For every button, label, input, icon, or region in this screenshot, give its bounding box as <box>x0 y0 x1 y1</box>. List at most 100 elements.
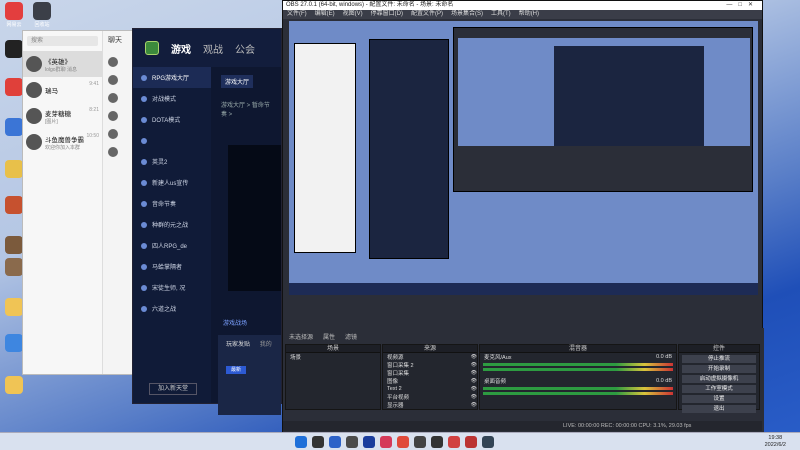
taskbar-app-icon[interactable] <box>346 436 358 448</box>
sidebar-item[interactable]: 英灵2 <box>133 151 211 172</box>
contact-time: 8:21 <box>89 107 99 113</box>
properties-button[interactable]: 属性 <box>323 332 335 341</box>
desktop-icon[interactable]: 网易云 <box>0 2 28 28</box>
eye-icon[interactable]: 👁 <box>471 386 477 392</box>
sidebar-item[interactable]: 新建人us宣传 <box>133 172 211 193</box>
mixer-dock: 混音器 麦克风/Aux 0.0 dB 桌面音频 0.0 dB <box>479 344 677 410</box>
avatar[interactable] <box>108 75 118 85</box>
control-button[interactable]: 退出 <box>682 405 756 413</box>
source-item[interactable]: 平台视频 👁 <box>383 393 477 401</box>
eye-icon[interactable]: 👁 <box>471 370 477 376</box>
menu-item[interactable]: 配置文件(P) <box>411 10 443 19</box>
desktop-icon-label: 网易云 <box>6 22 22 28</box>
desktop-icon[interactable]: 回收站 <box>28 2 56 28</box>
mode-icon <box>141 95 147 102</box>
source-item[interactable]: 图像 👁 <box>383 377 477 385</box>
source-item[interactable]: 视频源 👁 <box>383 353 477 361</box>
sidebar-item[interactable]: DOTA模式 <box>133 109 211 130</box>
filters-button[interactable]: 滤镜 <box>345 332 357 341</box>
menu-item[interactable]: 帮助(H) <box>519 10 539 19</box>
search-input[interactable]: 搜索 <box>27 36 98 46</box>
taskbar-app-icon[interactable] <box>465 436 477 448</box>
eye-icon[interactable]: 👁 <box>471 394 477 400</box>
source-item[interactable]: 窗口采集 👁 <box>383 369 477 377</box>
control-button[interactable]: 启动虚拟摄像机 <box>682 375 756 383</box>
app-icon <box>33 2 51 20</box>
sidebar-item[interactable]: 种群的元之战 <box>133 214 211 235</box>
avatar[interactable] <box>108 129 118 139</box>
avatar[interactable] <box>108 111 118 121</box>
eye-icon[interactable]: 👁 <box>471 378 477 384</box>
taskbar-app-icon[interactable] <box>448 436 460 448</box>
sidebar-item[interactable]: 宋徒生师, 况 <box>133 277 211 298</box>
control-button[interactable]: 工作室模式 <box>682 385 756 393</box>
tab-watch[interactable]: 观战 <box>203 41 223 56</box>
list-item[interactable]: 《英雄》 lolgo群聊 消息 <box>23 51 102 77</box>
menu-item[interactable]: 视图(V) <box>343 10 363 19</box>
avatar[interactable] <box>108 93 118 103</box>
clock[interactable]: 19:38 2022/6/2 <box>765 435 786 449</box>
taskbar-app-icon[interactable] <box>312 436 324 448</box>
contact-name: 瑞马 <box>45 88 58 95</box>
sidebar-item[interactable]: 六道之战 <box>133 298 211 319</box>
taskbar-app-icon[interactable] <box>414 436 426 448</box>
mixer-db: 0.0 dB <box>656 354 672 360</box>
eye-icon[interactable]: 👁 <box>471 362 477 368</box>
volume-slider[interactable] <box>483 368 673 371</box>
desktop-icon[interactable] <box>0 376 28 395</box>
taskbar-app-icon[interactable] <box>329 436 341 448</box>
taskbar-app-icon[interactable] <box>295 436 307 448</box>
menu-item[interactable]: 场景集合(S) <box>451 10 483 19</box>
control-button[interactable]: 设置 <box>682 395 756 403</box>
tab-lobby[interactable]: 游戏大厅 <box>221 75 254 88</box>
contact-text: 麦芽糖糖 [图片] <box>45 108 89 125</box>
avatar[interactable] <box>108 147 118 157</box>
scene-item[interactable]: 场景 <box>286 353 380 361</box>
sidebar-item[interactable] <box>133 130 211 151</box>
control-button[interactable]: 停止推流 <box>682 355 756 363</box>
taskbar: 19:38 2022/6/2 <box>0 432 800 450</box>
source-item[interactable]: Text 2 👁 <box>383 385 477 393</box>
taskbar-app-icon[interactable] <box>397 436 409 448</box>
sidebar-item[interactable]: 马蛤掌隔者 <box>133 256 211 277</box>
taskbar-app-icon[interactable] <box>482 436 494 448</box>
panel-title-2[interactable]: 我的 <box>260 342 272 348</box>
list-item[interactable]: 瑞马 9:41 <box>23 77 102 103</box>
battle-link[interactable]: 游戏战场 <box>223 318 247 327</box>
tab-guild[interactable]: 公会 <box>235 41 255 56</box>
volume-slider[interactable] <box>483 392 673 395</box>
panel-title[interactable]: 玩家发贴 <box>226 342 250 348</box>
menu-item[interactable]: 文件(F) <box>287 10 307 19</box>
eye-icon[interactable]: 👁 <box>471 354 477 360</box>
sidebar-item[interactable]: 四人RPG_de <box>133 235 211 256</box>
obs-preview[interactable] <box>289 21 758 295</box>
join-button[interactable]: 加入新天堂 <box>149 383 197 395</box>
mixer-channel: 桌面音频 0.0 dB <box>480 377 676 395</box>
source-item[interactable]: 显示器 👁 <box>383 401 477 409</box>
sidebar-item[interactable]: 音命节奏 <box>133 193 211 214</box>
menu-item[interactable]: 工具(T) <box>491 10 511 19</box>
eye-icon[interactable]: 👁 <box>471 402 477 408</box>
sidebar-item[interactable]: 对战模式 <box>133 88 211 109</box>
menu-item[interactable]: 编辑(E) <box>315 10 335 19</box>
obs-titlebar: OBS 27.0.1 (64-bit, windows) - 配置文件: 未命名… <box>283 1 762 10</box>
contact-preview: lolgo群聊 消息 <box>45 66 77 73</box>
latest-button[interactable]: 最新 <box>226 366 246 374</box>
mixer-header: 混音器 <box>480 345 676 353</box>
avatar[interactable] <box>108 57 118 67</box>
tab-games[interactable]: 游戏 <box>171 41 191 56</box>
sidebar-item-label: 对战模式 <box>152 97 177 103</box>
control-button[interactable]: 开始录制 <box>682 365 756 373</box>
menu-item[interactable]: 停靠窗口(D) <box>371 10 403 19</box>
source-item[interactable]: 窗口采集 2 👁 <box>383 361 477 369</box>
sidebar-item[interactable]: RPG游戏大厅 <box>133 67 211 88</box>
list-item[interactable]: 斗鱼魔兽争霸 欢迎你加入本群 10:50 <box>23 129 102 155</box>
taskbar-app-icon[interactable] <box>431 436 443 448</box>
mixer-channel-name: 桌面音频 <box>484 379 507 385</box>
taskbar-app-icon[interactable] <box>363 436 375 448</box>
app-icon <box>5 376 23 394</box>
taskbar-app-icon[interactable] <box>380 436 392 448</box>
window-controls[interactable]: —□✕ <box>726 1 759 10</box>
list-item[interactable]: 麦芽糖糖 [图片] 8:21 <box>23 103 102 129</box>
post-panel: 玩家发贴 我的 最新 <box>218 335 281 415</box>
